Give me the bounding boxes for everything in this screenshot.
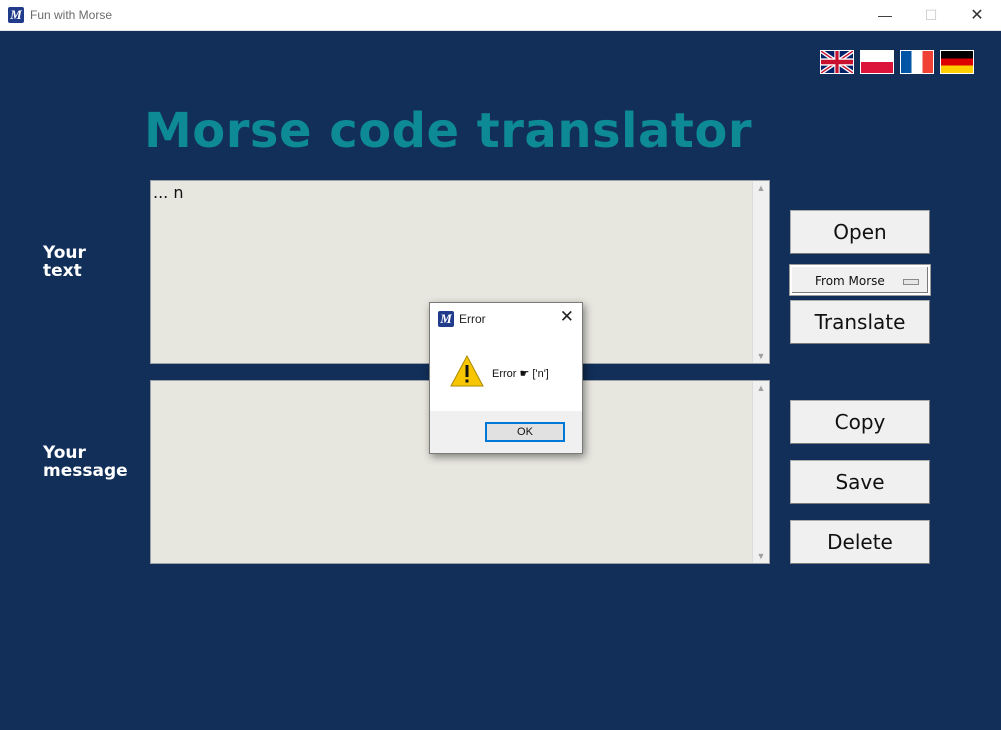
scroll-up-icon[interactable]: ▲ — [753, 183, 769, 193]
output-label: Your message — [43, 443, 128, 481]
warning-icon — [450, 355, 484, 387]
option-menu-indicator-icon — [903, 279, 919, 285]
input-label: Your text — [43, 243, 86, 281]
flag-uk-icon[interactable] — [820, 50, 854, 74]
ok-button[interactable]: OK — [485, 422, 565, 442]
copy-button[interactable]: Copy — [790, 400, 930, 444]
flag-de-icon[interactable] — [940, 50, 974, 74]
scroll-down-icon[interactable]: ▼ — [753, 351, 769, 361]
mode-select[interactable]: From Morse — [790, 265, 930, 295]
delete-button[interactable]: Delete — [790, 520, 930, 564]
scroll-down-icon[interactable]: ▼ — [753, 551, 769, 561]
flag-pl-icon[interactable] — [860, 50, 894, 74]
page-title: Morse code translator — [144, 103, 752, 159]
app-icon: M — [8, 7, 24, 23]
flag-fr-icon[interactable] — [900, 50, 934, 74]
maximize-button[interactable]: ☐ — [908, 0, 954, 30]
error-dialog: M Error ✕ Error ☛ ['n'] OK — [429, 302, 583, 454]
dialog-footer: OK — [430, 411, 582, 453]
dialog-title: Error — [459, 312, 486, 326]
input-scrollbar[interactable]: ▲ ▼ — [752, 181, 769, 363]
window-title: Fun with Morse — [30, 8, 113, 22]
title-bar: M Fun with Morse — ☐ ✕ — [0, 0, 1001, 31]
save-button[interactable]: Save — [790, 460, 930, 504]
dialog-close-icon[interactable]: ✕ — [560, 307, 574, 327]
translate-button[interactable]: Translate — [790, 300, 930, 344]
open-button[interactable]: Open — [790, 210, 930, 254]
dialog-message: Error ☛ ['n'] — [492, 368, 549, 380]
minimize-button[interactable]: — — [862, 0, 908, 30]
close-button[interactable]: ✕ — [954, 0, 1000, 30]
output-scrollbar[interactable]: ▲ ▼ — [752, 381, 769, 563]
scroll-up-icon[interactable]: ▲ — [753, 383, 769, 393]
input-text-value: ... n — [153, 183, 184, 202]
dialog-app-icon: M — [438, 311, 454, 327]
mode-select-value: From Morse — [815, 274, 885, 288]
